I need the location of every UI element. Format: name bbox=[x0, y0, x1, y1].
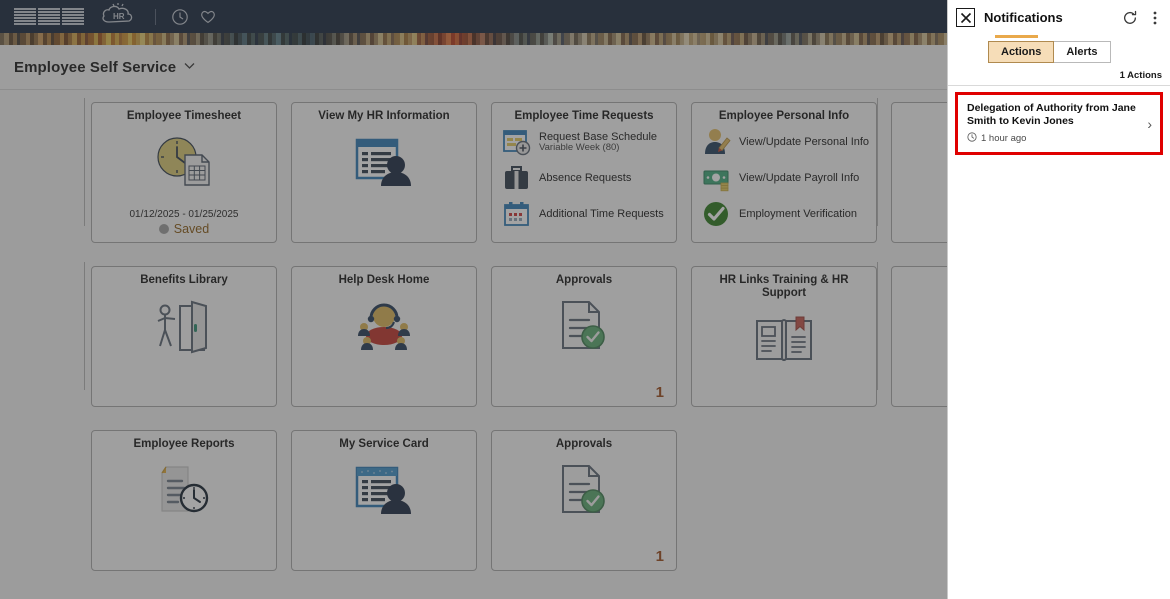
briefcase-icon bbox=[502, 163, 532, 193]
chevron-down-icon[interactable] bbox=[184, 61, 195, 73]
tile-title: Help Desk Home bbox=[292, 267, 476, 287]
tile-approvals-row2[interactable]: Approvals bbox=[491, 266, 677, 407]
notifications-header: Notifications bbox=[948, 0, 1170, 33]
tile-employee-time-requests[interactable]: Employee Time Requests bbox=[491, 102, 677, 243]
report-clock-icon bbox=[92, 451, 276, 529]
tile-employee-personal-info[interactable]: Employee Personal Info bbox=[691, 102, 877, 243]
list-item-sublabel: Variable Week (80) bbox=[539, 143, 657, 153]
headset-support-icon bbox=[292, 287, 476, 365]
refresh-icon[interactable] bbox=[1122, 10, 1138, 26]
status-badge: Saved bbox=[174, 222, 209, 236]
tile-partial-row2[interactable] bbox=[891, 266, 947, 407]
person-door-icon bbox=[92, 287, 276, 365]
open-book-icon bbox=[692, 300, 876, 378]
notifications-title: Notifications bbox=[984, 10, 1112, 25]
notification-item-content: Delegation of Authority from Jane Smith … bbox=[967, 102, 1141, 145]
tile-title: HR Links Training & HR Support bbox=[692, 267, 876, 300]
list-item-label: View/Update Payroll Info bbox=[739, 172, 859, 184]
tile-title: Employee Personal Info bbox=[692, 103, 876, 123]
tile-employee-reports[interactable]: Employee Reports bbox=[91, 430, 277, 571]
tile-benefits-library[interactable]: Benefits Library bbox=[91, 266, 277, 407]
tile-help-desk-home[interactable]: Help Desk Home bbox=[291, 266, 477, 407]
tile-view-my-hr-information[interactable]: View My HR Information bbox=[291, 102, 477, 243]
tile-title: Benefits Library bbox=[92, 267, 276, 287]
list-item-label: View/Update Personal Info bbox=[739, 136, 869, 148]
tile-count-badge: 1 bbox=[656, 548, 664, 565]
tile-title bbox=[892, 267, 947, 274]
list-item-additional-time-requests[interactable]: Additional Time Requests bbox=[502, 199, 676, 229]
main-app-area: HR Employee Self Service bbox=[0, 0, 947, 599]
hr-cloud-logo-icon[interactable]: HR bbox=[100, 3, 140, 30]
tile-title: Approvals bbox=[492, 431, 676, 451]
list-item-absence-requests[interactable]: Absence Requests bbox=[502, 163, 676, 193]
active-tab-indicator bbox=[995, 35, 1038, 38]
tile-title: Employee Timesheet bbox=[92, 103, 276, 123]
clock-icon[interactable] bbox=[171, 8, 189, 26]
person-record-icon bbox=[292, 123, 476, 201]
tile-approvals-row3[interactable]: Approvals bbox=[491, 430, 677, 571]
notification-item-title: Delegation of Authority from Jane Smith … bbox=[967, 102, 1141, 128]
notification-list-item[interactable]: Delegation of Authority from Jane Smith … bbox=[955, 92, 1163, 155]
list-item-label: Additional Time Requests bbox=[539, 208, 664, 220]
tile-partial-row1[interactable] bbox=[891, 102, 947, 243]
notification-timestamp: 1 hour ago bbox=[981, 133, 1026, 144]
tile-link-list: View/Update Personal Info bbox=[692, 123, 876, 229]
list-item-view-update-payroll-info[interactable]: View/Update Payroll Info bbox=[702, 163, 876, 193]
tile-footer: 01/12/2025 - 01/25/2025 Saved bbox=[92, 209, 276, 236]
grid-divider bbox=[84, 262, 85, 390]
clock-small-icon bbox=[967, 132, 977, 145]
grid-divider bbox=[84, 98, 85, 226]
topbar-separator bbox=[155, 9, 156, 25]
tile-title: My Service Card bbox=[292, 431, 476, 451]
ibm-logo[interactable] bbox=[14, 8, 84, 25]
heart-icon[interactable] bbox=[199, 8, 217, 26]
notification-item-meta: 1 hour ago bbox=[967, 132, 1141, 145]
calendar-plus-icon bbox=[502, 127, 532, 157]
tile-my-service-card[interactable]: My Service Card bbox=[291, 430, 477, 571]
tile-title: View My HR Information bbox=[292, 103, 476, 123]
tab-alerts[interactable]: Alerts bbox=[1054, 41, 1110, 63]
person-pencil-icon bbox=[702, 127, 732, 157]
screen-root: HR Employee Self Service bbox=[0, 0, 1170, 599]
page-title: Employee Self Service bbox=[14, 59, 176, 76]
tile-link-list: Request Base Schedule Variable Week (80) bbox=[492, 123, 676, 229]
tile-grid-container: Employee Timesheet bbox=[0, 90, 947, 599]
chevron-right-icon[interactable]: › bbox=[1141, 116, 1152, 132]
more-vertical-icon[interactable] bbox=[1148, 10, 1162, 26]
decorative-banner-strip bbox=[0, 33, 947, 45]
notifications-tabs: Actions Alerts bbox=[988, 41, 1170, 63]
tile-title: Approvals bbox=[492, 267, 676, 287]
tile-grid: Employee Timesheet bbox=[91, 102, 947, 571]
timesheet-date-range: 01/12/2025 - 01/25/2025 bbox=[92, 209, 276, 220]
status-dot-icon bbox=[159, 224, 169, 234]
list-item-label: Request Base Schedule Variable Week (80) bbox=[539, 131, 657, 154]
tab-actions[interactable]: Actions bbox=[988, 41, 1054, 63]
timesheet-status: Saved bbox=[92, 222, 276, 236]
list-item-view-update-personal-info[interactable]: View/Update Personal Info bbox=[702, 127, 876, 157]
calendar-clipboard-icon bbox=[502, 199, 532, 229]
tile-count-badge: 1 bbox=[656, 384, 664, 401]
tile-title: Employee Reports bbox=[92, 431, 276, 451]
document-check-icon bbox=[492, 451, 676, 529]
svg-text:HR: HR bbox=[113, 12, 125, 21]
document-check-icon bbox=[492, 287, 676, 365]
tile-title bbox=[892, 103, 947, 110]
top-navigation-bar: HR bbox=[0, 0, 947, 33]
tile-title: Employee Time Requests bbox=[492, 103, 676, 123]
page-header-bar: Employee Self Service bbox=[0, 45, 947, 90]
actions-count-label: 1 Actions bbox=[948, 63, 1170, 86]
list-item-label: Employment Verification bbox=[739, 208, 857, 220]
notifications-panel: Notifications Actions Alerts 1 Actions bbox=[947, 0, 1170, 599]
close-icon[interactable] bbox=[956, 8, 975, 27]
green-check-icon bbox=[702, 199, 732, 229]
service-card-icon bbox=[292, 451, 476, 529]
clock-timesheet-icon bbox=[92, 123, 276, 201]
list-item-label: Absence Requests bbox=[539, 172, 631, 184]
tile-hr-links-training-support[interactable]: HR Links Training & HR Support bbox=[691, 266, 877, 407]
list-item-employment-verification[interactable]: Employment Verification bbox=[702, 199, 876, 229]
tile-employee-timesheet[interactable]: Employee Timesheet bbox=[91, 102, 277, 243]
money-icon bbox=[702, 163, 732, 193]
list-item-request-base-schedule[interactable]: Request Base Schedule Variable Week (80) bbox=[502, 127, 676, 157]
